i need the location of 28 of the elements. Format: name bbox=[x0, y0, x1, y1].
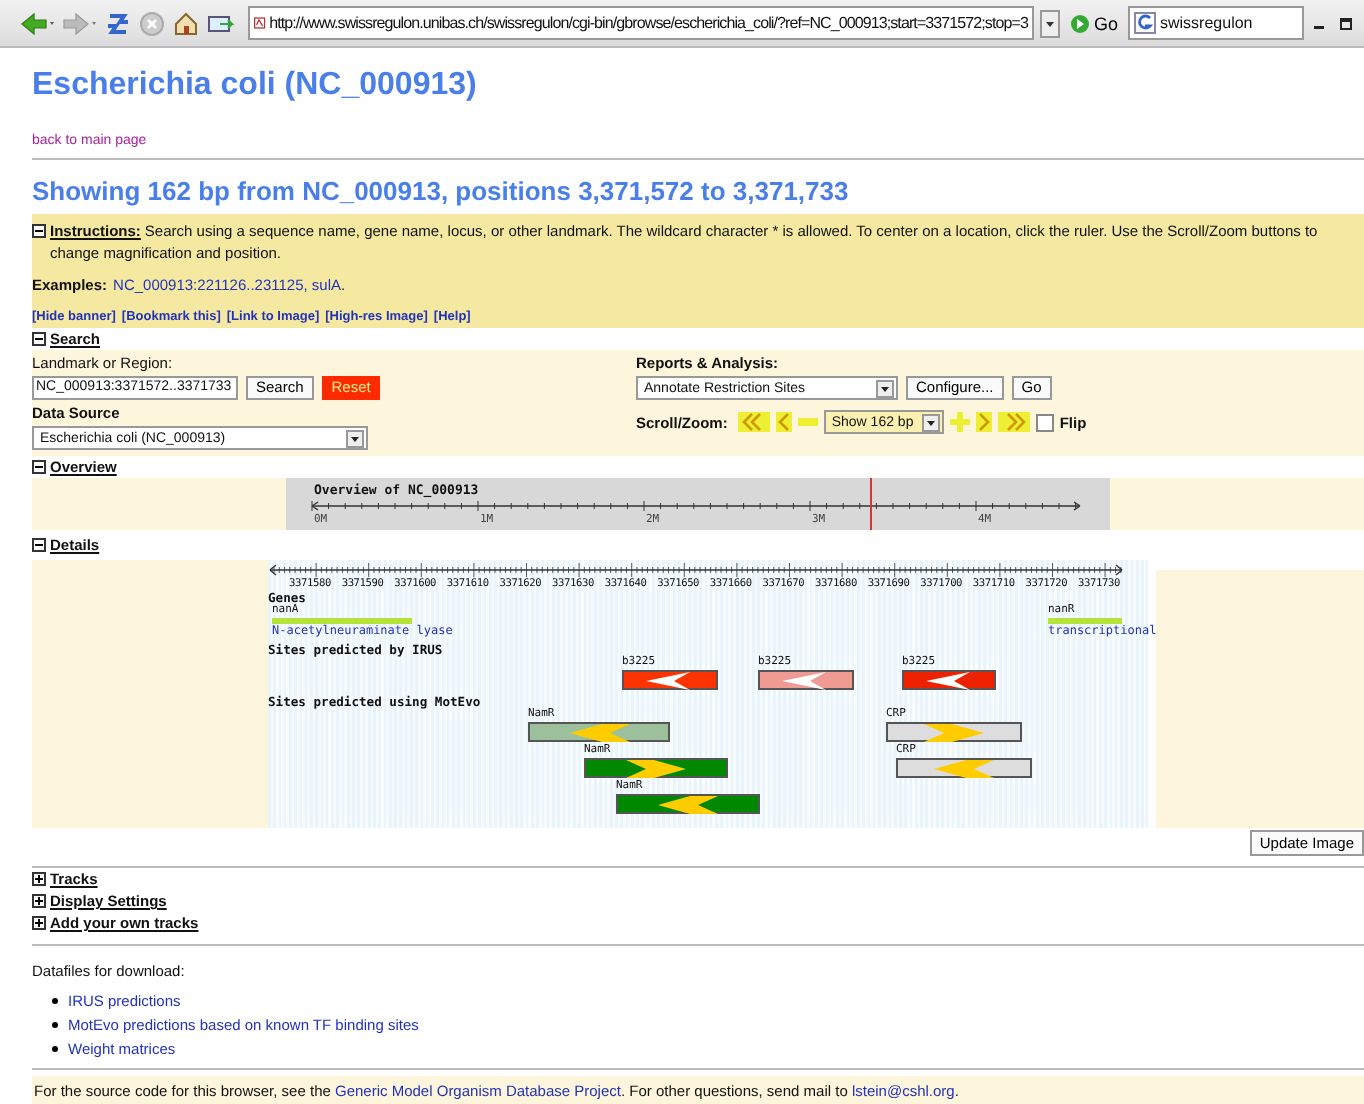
gene-bar bbox=[272, 618, 412, 624]
bullet-icon bbox=[52, 1046, 58, 1052]
bullet-icon bbox=[52, 998, 58, 1004]
gene-bar bbox=[1048, 618, 1122, 624]
expand-icon[interactable] bbox=[32, 916, 46, 930]
go-button[interactable]: Go bbox=[1065, 13, 1122, 33]
dropdown-icon[interactable] bbox=[1039, 9, 1060, 37]
ruler-drawing[interactable] bbox=[268, 562, 1124, 578]
flip-checkbox[interactable] bbox=[1035, 413, 1054, 431]
search-field[interactable]: swissregulon bbox=[1128, 6, 1304, 40]
url-text: http://www.swissregulon.unibas.ch/swissregulon/cgi-bin/gbrowse/escherichia_coli/?ref=NC_000913;start=3371572;stop=3 bbox=[269, 14, 1028, 32]
collapse-icon[interactable] bbox=[32, 538, 46, 552]
expand-icon[interactable] bbox=[32, 872, 46, 886]
page-title: Escherichia coli (NC_000913) bbox=[32, 68, 479, 104]
back-arrow-icon[interactable] bbox=[20, 9, 56, 37]
region-heading: Showing 162 bp from NC_000913, positions 3,371,572 to 3,371,733 bbox=[32, 176, 851, 206]
bullet-icon bbox=[52, 1022, 58, 1028]
collapse-icon[interactable] bbox=[32, 332, 46, 346]
collapse-icon[interactable] bbox=[32, 224, 46, 238]
collapse-icon[interactable] bbox=[32, 460, 46, 474]
site-favicon-icon bbox=[254, 14, 266, 32]
maximize-icon[interactable] bbox=[1336, 13, 1356, 33]
address-field[interactable]: http://www.swissregulon.unibas.ch/swissregulon/cgi-bin/gbrowse/escherichia_coli/?ref=NC_000913;start=3371572;stop=3 bbox=[248, 6, 1034, 40]
home-icon[interactable] bbox=[172, 9, 200, 37]
search-engine-icon bbox=[1134, 12, 1156, 34]
search-text: swissregulon bbox=[1160, 14, 1253, 32]
position-marker bbox=[870, 478, 872, 530]
expand-icon[interactable] bbox=[32, 894, 46, 908]
